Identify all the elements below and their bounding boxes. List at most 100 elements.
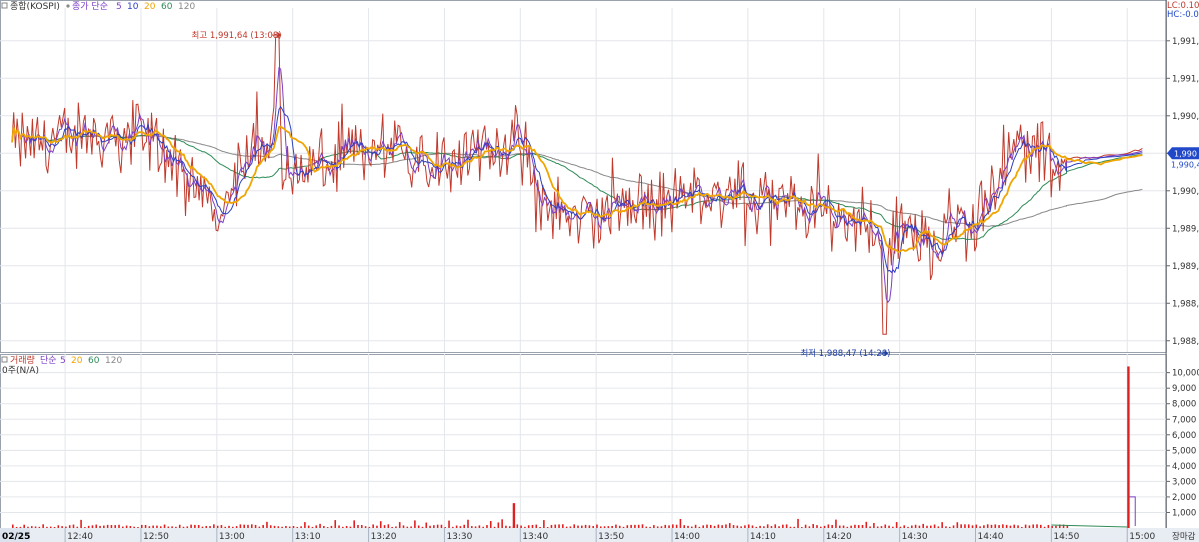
volume-bar	[725, 524, 727, 528]
x-tick-label: 13:40	[522, 532, 548, 542]
volume-bar	[797, 518, 799, 528]
volume-bar	[148, 526, 151, 528]
volume-bar	[789, 526, 792, 528]
volume-bar	[907, 526, 909, 528]
volume-bar	[383, 525, 386, 528]
volume-bar	[61, 526, 63, 528]
volume-y-tick-label: 6,000	[1172, 431, 1196, 441]
volume-bar	[349, 526, 352, 528]
volume-bar	[497, 522, 500, 528]
volume-bar	[38, 526, 41, 528]
volume-bar	[618, 525, 621, 528]
volume-bar	[698, 526, 701, 528]
volume-legend-ma-20: 20	[71, 356, 83, 366]
volume-bar	[918, 525, 921, 528]
x-tick-label: 13:10	[295, 532, 321, 542]
volume-bar	[486, 525, 488, 528]
volume-bar	[691, 526, 693, 528]
volume-bar	[785, 524, 788, 528]
volume-bar	[118, 524, 120, 528]
volume-bar	[474, 526, 477, 528]
price-y-tick-label: 1,989,2	[1172, 262, 1199, 272]
volume-bar	[1002, 524, 1004, 528]
volume-bar	[42, 524, 44, 528]
volume-bar	[808, 526, 811, 528]
volume-bar	[812, 524, 814, 528]
x-tick-label: 12:40	[67, 532, 93, 542]
volume-bar	[929, 525, 932, 528]
volume-bar	[854, 524, 856, 528]
date-label: 02/25	[2, 532, 30, 542]
volume-bar	[194, 524, 196, 528]
volume-bar	[892, 526, 894, 528]
volume-bar	[103, 525, 105, 528]
volume-bar	[964, 524, 966, 528]
volume-bar	[831, 525, 833, 528]
volume-bar	[53, 526, 56, 528]
volume-bar	[876, 526, 879, 528]
volume-bar	[865, 521, 868, 528]
legend-bullet	[66, 4, 70, 8]
volume-bar	[645, 526, 648, 528]
volume-bar	[857, 525, 860, 528]
volume-bar	[683, 525, 686, 528]
volume-bar	[732, 525, 735, 528]
volume-bar	[660, 526, 663, 528]
volume-bar	[577, 525, 579, 528]
volume-bar	[668, 525, 670, 528]
volume-bar	[759, 525, 761, 528]
volume-bar	[895, 522, 898, 528]
volume-bar	[262, 524, 264, 528]
volume-bar	[436, 524, 439, 528]
volume-bar	[342, 526, 344, 528]
volume-bar	[679, 518, 682, 528]
volume-bar	[960, 524, 962, 528]
volume-bar	[1043, 526, 1046, 528]
volume-bar	[277, 526, 280, 528]
price-legend-ma-60: 60	[161, 2, 173, 12]
volume-bar	[122, 526, 124, 528]
volume-bar	[926, 525, 928, 528]
volume-bar-notable	[512, 503, 516, 528]
volume-bar	[1051, 525, 1053, 528]
volume-bar	[167, 526, 170, 528]
current-value-sublabel: 1,990,4	[1171, 160, 1199, 169]
volume-bar	[178, 524, 181, 528]
volume-bar	[175, 526, 177, 528]
volume-bar	[1039, 524, 1042, 528]
volume-bar	[653, 525, 655, 528]
volume-bar	[721, 525, 723, 528]
x-tick-label: 13:50	[598, 532, 624, 542]
volume-bar	[15, 526, 18, 528]
volume-bar-notable	[1127, 366, 1130, 528]
volume-bar	[1047, 524, 1050, 528]
volume-bar	[304, 522, 306, 528]
volume-bar	[402, 525, 405, 528]
volume-bar	[933, 524, 936, 528]
volume-bar	[95, 524, 98, 528]
volume-bar	[793, 526, 796, 528]
x-tick-label: 13:00	[219, 532, 245, 542]
volume-bar	[288, 526, 291, 528]
volume-bar	[440, 524, 443, 528]
volume-y-tick-label: 4,000	[1172, 462, 1196, 472]
volume-bar	[554, 524, 557, 528]
volume-bar	[956, 522, 959, 528]
volume-bar	[983, 525, 985, 528]
volume-bar	[110, 525, 113, 528]
volume-bar	[266, 521, 268, 528]
volume-bar	[535, 524, 538, 528]
x-tick-label: 13:20	[371, 532, 397, 542]
volume-bar	[80, 519, 82, 528]
volume-legend-ma-5: 5	[60, 356, 66, 366]
volume-bar	[190, 524, 192, 528]
volume-bar	[634, 524, 636, 528]
volume-bar	[937, 526, 940, 528]
volume-bar	[156, 525, 158, 528]
volume-bar	[971, 525, 974, 528]
price-legend-ma-120: 120	[178, 2, 195, 12]
volume-bar	[1028, 525, 1031, 528]
volume-bar	[239, 524, 242, 528]
volume-bar	[144, 524, 147, 528]
volume-bar	[581, 525, 583, 528]
